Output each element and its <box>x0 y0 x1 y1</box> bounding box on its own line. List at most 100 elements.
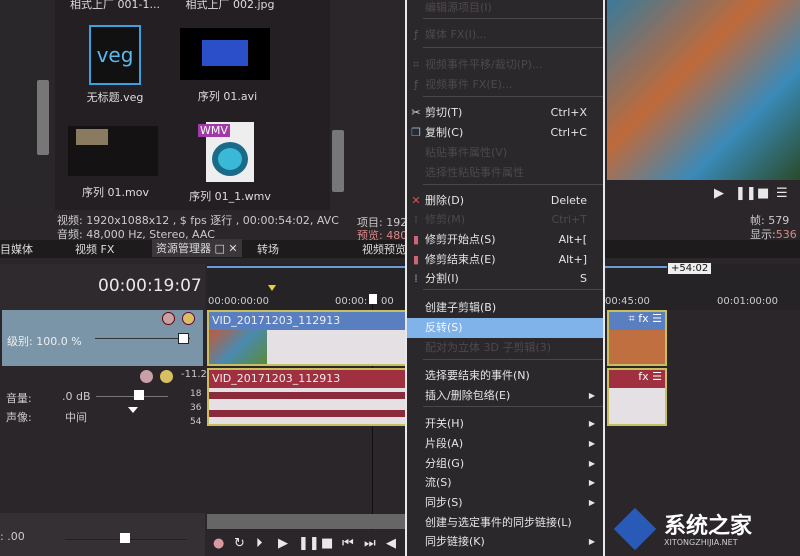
watermark-text: 系统之家 <box>664 514 753 539</box>
menu-item[interactable]: 同步链接(K) ▶ <box>407 532 603 552</box>
media-item[interactable]: 相式上厂 002.jpg <box>175 0 285 12</box>
tab-video-preview[interactable]: 视频预览 <box>362 241 406 257</box>
pan-slider-thumb[interactable] <box>128 407 138 413</box>
menu-item-label: 视频事件 FX(E)... <box>425 78 513 91</box>
menu-item[interactable]: 同步(S) ▶ <box>407 493 603 513</box>
menu-item[interactable]: 创建子剪辑(B) <box>407 298 603 318</box>
menu-item[interactable]: ▮ 修剪开始点(S) Alt+[ <box>407 230 603 250</box>
volume-slider-thumb[interactable] <box>134 390 144 400</box>
clip-thumbnail <box>209 330 267 364</box>
menu-item[interactable]: 片段(A) ▶ <box>407 434 603 454</box>
submenu-arrow-icon: ▶ <box>588 459 595 468</box>
menu-item-label: 粘贴事件属性(V) <box>425 146 508 159</box>
menu-item-shortcut: Ctrl+X <box>550 106 587 119</box>
media-item-name: 相式上厂 002.jpg <box>185 0 275 11</box>
media-item[interactable]: 序列 01.avi <box>180 28 275 104</box>
trim-end-icon: ▮ <box>412 253 420 266</box>
video-thumbnail <box>68 126 158 176</box>
pause-icon[interactable]: ❚❚ <box>735 186 757 201</box>
tab-transitions[interactable]: 转场 <box>257 241 279 257</box>
media-item-name: 无标题.veg <box>86 91 144 104</box>
media-item[interactable]: WMV 序列 01_1.wmv <box>180 122 280 204</box>
volume-label: 音量: <box>6 392 32 405</box>
maximize-icon[interactable]: □ <box>215 242 225 255</box>
scissors-icon: ✂ <box>411 106 421 119</box>
volume-value: .0 dB <box>62 390 91 403</box>
tab-video-fx[interactable]: 视频 FX <box>75 241 114 257</box>
menu-separator <box>423 47 603 48</box>
menu-item[interactable]: ▮ 修剪结束点(E) Alt+] <box>407 250 603 270</box>
play-icon[interactable]: ▶ <box>278 536 288 551</box>
menu-item-label: 视频事件平移/裁切(P)... <box>425 58 543 71</box>
go-start-icon[interactable]: ⏮ <box>342 536 354 551</box>
video-clip[interactable]: VID_20171203_112913 <box>207 310 407 366</box>
media-item[interactable]: veg 无标题.veg <box>65 25 165 105</box>
menu-item-label: 分组(G) <box>425 457 465 470</box>
meter-peak: -11.2 <box>181 369 207 380</box>
playhead[interactable] <box>369 294 377 304</box>
media-item[interactable]: 序列 01.mov <box>68 126 163 200</box>
menu-item[interactable]: 分组(G) ▶ <box>407 454 603 474</box>
prev-frame-icon[interactable]: ◀ <box>386 536 396 551</box>
play-icon[interactable]: ▶ <box>714 186 724 201</box>
menu-item-label: 剪切(T) <box>425 106 463 119</box>
media-scrollbar[interactable] <box>332 130 344 192</box>
menu-item[interactable]: 插入/删除包络(E) ▶ <box>407 386 603 406</box>
level-slider[interactable] <box>95 338 190 339</box>
menu-item[interactable]: ✂ 剪切(T) Ctrl+X <box>407 103 603 123</box>
pause-icon[interactable]: ❚❚ <box>298 536 320 551</box>
rate-slider-thumb[interactable] <box>120 533 130 543</box>
menu-item[interactable]: 选择要结束的事件(N) <box>407 366 603 386</box>
media-item[interactable]: 相式上厂 001-1... <box>60 0 170 12</box>
stop-icon[interactable]: ■ <box>757 186 769 201</box>
menu-item[interactable]: 创建与选定事件的同步链接(L) <box>407 513 603 533</box>
solo-icon[interactable] <box>160 370 173 383</box>
menu-item-label: 修剪开始点(S) <box>425 233 496 246</box>
audio-clip-end[interactable]: fx ☰ <box>607 368 667 426</box>
video-clip-end[interactable]: ⌗ fx ☰ <box>607 310 667 366</box>
stop-icon[interactable]: ■ <box>321 536 333 551</box>
rate-value: : .00 <box>0 530 25 543</box>
meter-tick: 54 <box>190 417 202 427</box>
menu-item[interactable]: ✕ 删除(D) Delete <box>407 191 603 211</box>
loop-icon[interactable]: ↻ <box>234 536 245 551</box>
submenu-arrow-icon: ▶ <box>588 419 595 428</box>
timecode: 00:00:19:07 <box>98 276 202 296</box>
menu-item[interactable]: 开关(H) ▶ <box>407 414 603 434</box>
marker-icon[interactable] <box>268 285 276 291</box>
play-from-start-icon[interactable]: ⏵ <box>256 536 263 551</box>
menu-item[interactable]: 反转(S) <box>407 318 603 338</box>
menu-item: ⌗ 视频事件平移/裁切(P)... <box>407 55 603 75</box>
tree-scrollbar[interactable] <box>37 80 49 155</box>
mute-icon[interactable] <box>140 370 153 383</box>
menu-item-shortcut: Ctrl+C <box>550 126 587 139</box>
menu-icon[interactable]: ☰ <box>776 186 788 201</box>
menu-icon[interactable]: ☰ <box>652 370 662 383</box>
menu-item-shortcut: Alt+[ <box>558 233 587 246</box>
horizontal-scrollbar[interactable] <box>207 514 407 529</box>
submenu-arrow-icon: ▶ <box>588 537 595 546</box>
fx-icon[interactable]: fx <box>638 312 648 325</box>
level-slider-thumb[interactable] <box>178 333 189 344</box>
video-preview <box>607 0 800 180</box>
menu-item[interactable]: ⁞ 分割(I) S <box>407 269 603 289</box>
go-end-icon[interactable]: ⏭ <box>364 536 376 551</box>
volume-slider[interactable] <box>96 396 168 397</box>
solo-icon[interactable] <box>182 312 195 325</box>
menu-separator <box>423 289 603 290</box>
menu-icon[interactable]: ☰ <box>652 312 662 325</box>
menu-item[interactable]: ❐ 复制(C) Ctrl+C <box>407 123 603 143</box>
mute-icon[interactable] <box>162 312 175 325</box>
menu-item[interactable]: 流(S) ▶ <box>407 473 603 493</box>
fx-icon[interactable]: fx <box>638 370 648 383</box>
menu-item: ƒ 视频事件 FX(E)... <box>407 75 603 95</box>
video-thumbnail <box>180 28 270 80</box>
tab-explorer[interactable]: 资源管理器 □ ✕ <box>152 239 242 257</box>
tab-media[interactable]: 目媒体 <box>0 241 33 257</box>
audio-clip[interactable]: VID_20171203_112913 <box>207 368 407 426</box>
crop-icon[interactable]: ⌗ <box>629 312 635 325</box>
record-icon[interactable]: ● <box>213 536 224 551</box>
menu-item-label: 复制(C) <box>425 126 464 139</box>
close-icon[interactable]: ✕ <box>228 242 237 255</box>
crop-icon: ⌗ <box>412 58 420 71</box>
